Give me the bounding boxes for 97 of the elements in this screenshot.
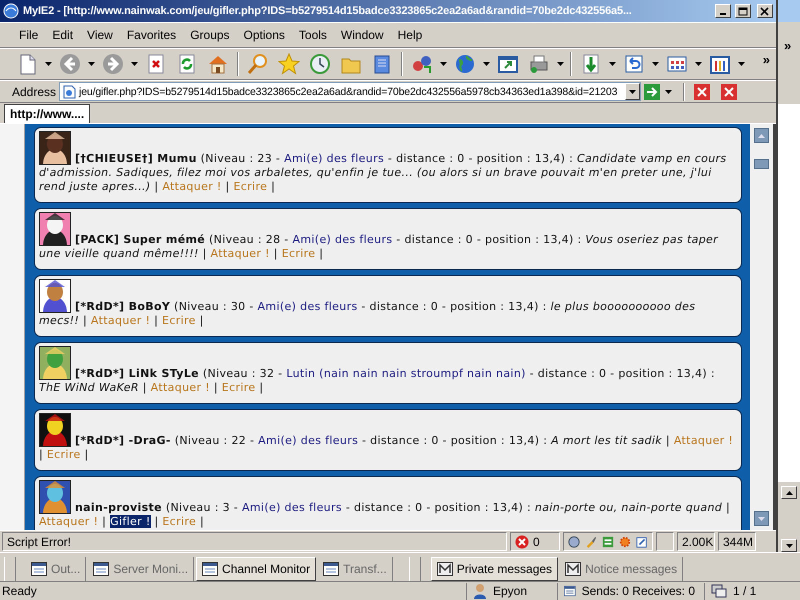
dock-tab[interactable]: Server Moni... [88, 557, 194, 581]
page-counter: 1 / 1 [733, 584, 756, 598]
forward-icon[interactable] [102, 53, 124, 75]
message-tab[interactable]: Notice messages [560, 557, 684, 581]
scroll-thumb[interactable] [754, 159, 770, 169]
caret-icon[interactable] [738, 62, 745, 66]
envelope-icon [436, 562, 453, 576]
error-count: 0 [533, 534, 540, 548]
window-icon[interactable] [497, 53, 519, 75]
person-icon [473, 583, 487, 599]
address-field[interactable]: jeu/gifler.php?IDS=b5279514d15badce3323865c2ea2a6ad&randid=70be2dc432556a5978cb34363ed1a398&id=21203 [59, 82, 642, 101]
close-icon [760, 6, 770, 16]
menu-item[interactable]: Favorites [120, 25, 184, 45]
minimize-button[interactable] [715, 4, 731, 18]
memory-usage: 344M [718, 532, 756, 551]
player-entry: [*RdD*] LiNk STyLe (Niveau : 32 - Lutin (nain nain nain stroumpf nain nain) - distance : 0 - position : 13,4) : ThE WiNd WaKeR | Attaquer ! | Ecrire | [38, 346, 736, 395]
close-icon[interactable] [721, 84, 738, 100]
traffic-counter: Sends: 0 Receives: 0 [582, 584, 695, 598]
action-link[interactable]: Gifler ! [110, 515, 151, 528]
network-icon [711, 584, 727, 598]
caret-icon[interactable] [131, 62, 138, 66]
star-icon[interactable] [278, 53, 300, 75]
undo-icon[interactable] [623, 53, 645, 75]
window-icon [93, 562, 110, 576]
close-icon[interactable] [694, 84, 710, 100]
player-entry: [*RdD*] BoBoY (Niveau : 30 - Ami(e) des fleurs - distance : 0 - position : 13,4) : le plus boooooooooo des mecs!! | Attaquer ! | Ecrire | [38, 279, 736, 328]
player-entry: [†CHIEUSE†] Mumu (Niveau : 23 - Ami(e) des fleurs - distance : 0 - position : 13,4) : Candidate vamp en cours d'admission. Sadiques, filez moi vos arbaletes, qu'enfin je tue... (ou alors si un brave pouvait m'en preter une, j'lui rend juste apres...) | Attaquer ! | Ecrire | [38, 131, 736, 194]
race-link[interactable]: Ami(e) des fleurs [258, 300, 358, 313]
grip-handle[interactable] [408, 557, 421, 581]
caret-icon[interactable] [557, 62, 564, 66]
grip-handle[interactable] [4, 557, 16, 581]
user-name: Epyon [493, 584, 528, 598]
page-size: 2.00K [677, 532, 715, 551]
status-text: Ready [2, 584, 38, 598]
error-icon[interactable] [515, 534, 529, 548]
caret-icon[interactable] [88, 62, 95, 66]
dropdown-arrow-icon[interactable] [629, 90, 636, 94]
dock-tab[interactable]: Out... [26, 557, 86, 581]
pencil-icon[interactable] [636, 534, 648, 548]
player-entry: nain-proviste (Niveau : 3 - Ami(e) des fleurs - distance : 0 - position : 13,4) : nain-porte ou, nain-porte quand | Attaquer ! | Gifler ! | Ecrire | [38, 480, 736, 529]
window-icon [323, 562, 340, 576]
menu-item[interactable]: View [80, 25, 120, 45]
list-icon [564, 584, 576, 598]
race-link[interactable]: Ami(e) des fleurs [258, 434, 358, 447]
race-link[interactable]: Lutin (nain nain nain stroumpf nain nain) [286, 367, 526, 380]
title-bar [778, 0, 800, 22]
toolbox-icon[interactable] [709, 53, 731, 75]
player-entry: [*RdD*] -DraG- (Niveau : 22 - Ami(e) des fleurs - distance : 0 - position : 13,4) : A mort les tit sadik | Attaquer ! | Ecrire | [38, 413, 736, 462]
race-link[interactable]: Ami(e) des fleurs [284, 152, 384, 165]
window-title: MyIE2 - [http://www.nainwak.com/jeu/gifler.php?IDS=b5279514d15badce3323865c2ea2a6ad&randid=70be2dc432556a5... [23, 5, 633, 17]
clock-icon[interactable] [309, 53, 331, 75]
search-icon[interactable] [247, 53, 269, 75]
brush-icon[interactable] [585, 534, 597, 548]
overflow-chevron[interactable]: » [756, 52, 776, 76]
caret-icon[interactable] [695, 62, 702, 66]
caret-icon[interactable] [609, 62, 616, 66]
dock-tab[interactable]: Transf... [318, 557, 393, 581]
message-tab[interactable]: Private messages [430, 557, 558, 581]
caret-icon[interactable] [483, 62, 490, 66]
status-message: Script Error! [2, 532, 507, 551]
address-label: Address [12, 84, 56, 98]
close-button[interactable] [757, 4, 773, 18]
arrow-down-icon [786, 544, 792, 548]
arrow-up-icon [786, 490, 792, 494]
menu-item[interactable]: Groups [183, 25, 237, 45]
menu-item[interactable]: Tools [292, 25, 334, 45]
caret-icon[interactable] [652, 62, 659, 66]
menu-item[interactable]: Window [334, 25, 391, 45]
window-icon [202, 562, 218, 576]
dock-tab[interactable]: Channel Monitor [196, 557, 316, 581]
menu-item[interactable]: Help [390, 25, 430, 45]
player-entry: [PACK] Super mémé (Niveau : 28 - Ami(e) des fleurs - distance : 0 - position : 13,4) : Vous oseriez pas taper une vieille quand même!!!! | Attaquer ! | Ecrire | [38, 212, 736, 261]
page-tab[interactable]: http://www.... [4, 104, 90, 123]
race-link[interactable]: Ami(e) des fleurs [292, 233, 392, 246]
home-icon[interactable] [207, 53, 229, 75]
window-icon [31, 562, 47, 576]
arrow-up-icon [758, 134, 766, 138]
gear-icon[interactable] [619, 534, 631, 548]
menu-item[interactable]: Options [236, 25, 292, 45]
envelope-icon [565, 562, 582, 576]
arrow-down-icon [758, 516, 766, 520]
menu-item[interactable]: Edit [45, 25, 80, 45]
printer-icon[interactable] [528, 53, 550, 75]
status-panel [656, 532, 674, 551]
overflow-chevron[interactable]: » [784, 38, 792, 53]
caret-icon[interactable] [45, 62, 52, 66]
race-link[interactable]: Ami(e) des fleurs [242, 501, 342, 514]
go-arrow-icon[interactable] [644, 84, 660, 100]
menu-item[interactable]: File [12, 25, 46, 45]
app-icon [3, 3, 19, 19]
caret-icon[interactable] [440, 62, 447, 66]
caret-icon[interactable] [665, 90, 672, 94]
maximize-icon [738, 6, 748, 16]
back-icon[interactable] [59, 53, 81, 75]
minimize-icon [720, 13, 726, 15]
page-icon [62, 84, 76, 98]
maximize-button[interactable] [735, 4, 751, 18]
